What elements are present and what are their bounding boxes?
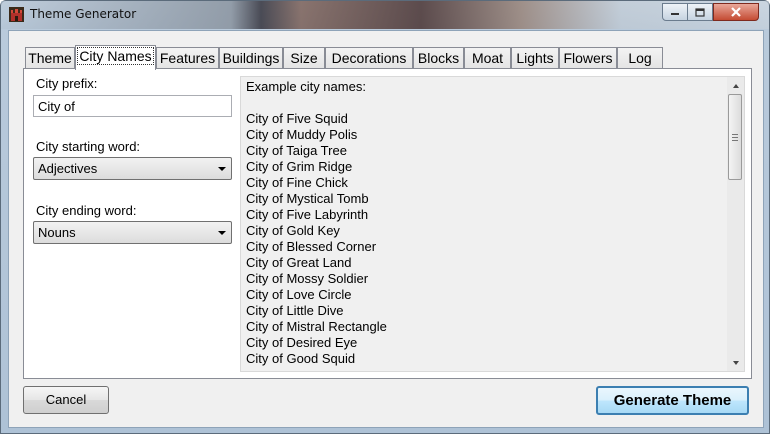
close-icon <box>731 7 741 17</box>
city-starting-word-label: City starting word: <box>36 139 141 154</box>
city-prefix-input[interactable]: City of <box>33 95 232 117</box>
tab-label: City Names <box>77 47 154 65</box>
close-button[interactable] <box>713 3 759 21</box>
vertical-scrollbar[interactable] <box>727 77 744 371</box>
example-names: City of Five Squid City of Muddy Polis C… <box>246 111 387 367</box>
list-item: City of Five Labyrinth <box>246 207 369 222</box>
list-item: City of Little Dive <box>246 303 344 318</box>
example-names-list[interactable]: Example city names: City of Five Squid C… <box>240 76 745 372</box>
arrow-up-icon <box>732 83 739 88</box>
list-item: City of Five Squid <box>246 111 348 126</box>
dialog-client-area: Theme City Names Features Buildings Size… <box>8 30 764 428</box>
chevron-down-icon <box>218 167 226 171</box>
tab-size[interactable]: Size <box>283 47 325 69</box>
list-item: City of Mystical Tomb <box>246 191 369 206</box>
tab-blocks[interactable]: Blocks <box>413 47 464 69</box>
city-starting-word-value: Adjectives <box>38 161 98 176</box>
tab-decorations[interactable]: Decorations <box>325 47 413 69</box>
city-ending-word-value: Nouns <box>38 225 76 240</box>
list-item: City of Grim Ridge <box>246 159 353 174</box>
tab-lights[interactable]: Lights <box>511 47 559 69</box>
tab-flowers[interactable]: Flowers <box>559 47 617 69</box>
minimize-icon <box>671 13 679 15</box>
tab-label: Flowers <box>563 50 613 66</box>
scrollbar-thumb[interactable] <box>728 94 742 180</box>
chevron-down-icon <box>218 231 226 235</box>
list-item: City of Blessed Corner <box>246 239 377 254</box>
city-starting-word-select[interactable]: Adjectives <box>33 157 232 180</box>
city-prefix-label: City prefix: <box>36 76 98 91</box>
tab-label: Lights <box>516 50 554 66</box>
tab-label: Theme <box>28 50 72 66</box>
list-item: City of Love Circle <box>246 287 352 302</box>
city-ending-word-select[interactable]: Nouns <box>33 221 232 244</box>
arrow-down-icon <box>732 360 739 365</box>
tab-theme[interactable]: Theme <box>25 47 75 69</box>
city-ending-word-label: City ending word: <box>36 203 137 218</box>
list-item: City of Good Squid <box>246 351 356 366</box>
scroll-down-button[interactable] <box>727 354 744 371</box>
tab-buildings[interactable]: Buildings <box>219 47 283 69</box>
tab-label: Blocks <box>417 50 460 66</box>
scroll-up-button[interactable] <box>727 77 744 94</box>
tab-label: Size <box>290 50 318 66</box>
tab-label: Decorations <box>331 50 407 66</box>
title-bar[interactable]: Theme Generator <box>1 1 769 29</box>
generate-theme-button[interactable]: Generate Theme <box>596 386 749 415</box>
list-item: City of Gold Key <box>246 223 340 238</box>
cancel-button[interactable]: Cancel <box>23 386 109 414</box>
window-title: Theme Generator <box>30 7 137 21</box>
list-item: City of Mossy Soldier <box>246 271 369 286</box>
list-item: City of Taiga Tree <box>246 143 347 158</box>
example-names-header: Example city names: <box>246 79 366 94</box>
maximize-icon <box>695 7 705 17</box>
tab-label: Features <box>159 50 216 66</box>
castle-app-icon <box>9 7 24 22</box>
tab-log[interactable]: Log <box>617 47 663 69</box>
tab-label: Log <box>628 50 652 66</box>
tab-label: Buildings <box>222 50 280 66</box>
theme-generator-window: Theme Generator Theme City Names Feature… <box>0 0 770 434</box>
list-item: City of Desired Eye <box>246 335 358 350</box>
tab-moat[interactable]: Moat <box>464 47 511 69</box>
tab-label: Moat <box>471 50 504 66</box>
tab-city-names[interactable]: City Names <box>75 45 156 70</box>
grip-icon <box>732 133 738 141</box>
tab-features[interactable]: Features <box>156 47 219 69</box>
minimize-button[interactable] <box>662 3 688 21</box>
list-item: City of Muddy Polis <box>246 127 358 142</box>
maximize-button[interactable] <box>687 3 713 21</box>
city-names-panel: City prefix: City of City starting word:… <box>23 68 752 379</box>
list-item: City of Mistral Rectangle <box>246 319 387 334</box>
list-item: City of Fine Chick <box>246 175 348 190</box>
list-item: City of Great Land <box>246 255 352 270</box>
